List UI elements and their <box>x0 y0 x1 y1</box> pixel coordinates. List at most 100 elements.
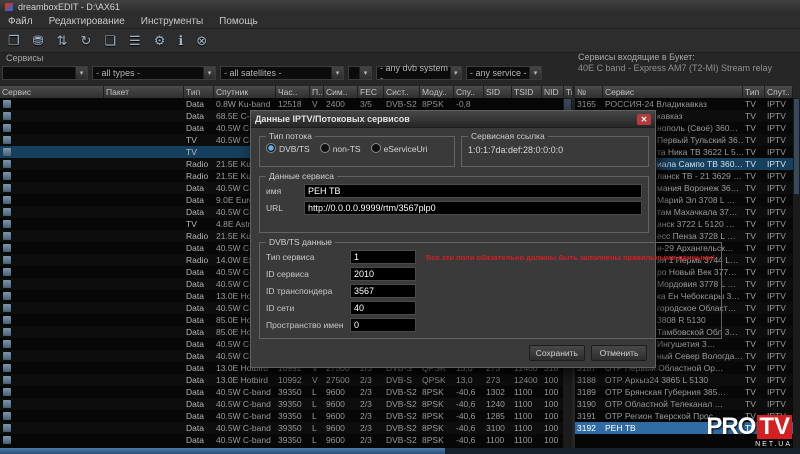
column-header[interactable]: Тип <box>743 86 765 98</box>
save-icon[interactable]: ⛃ <box>33 33 44 49</box>
menu-tools[interactable]: Инструменты <box>133 16 211 27</box>
open-file-icon[interactable]: ❐ <box>8 33 20 49</box>
table-row[interactable]: Data40.5W C-band39350L96002/3DVB-S28PSK-… <box>0 422 572 434</box>
info-icon[interactable]: ℹ <box>178 33 183 49</box>
service-type-icon <box>3 340 11 348</box>
dvb-data-label: DVB/TS данные <box>266 237 335 247</box>
radio-eserviceuri[interactable]: eServiceUri <box>371 143 428 154</box>
scrollbar-thumb[interactable] <box>0 448 445 454</box>
chevron-down-icon[interactable]: ▾ <box>450 67 461 79</box>
app-window: dreamboxEDIT - D:\AX61 Файл Редактирован… <box>0 0 800 454</box>
radio-nonts[interactable]: non-TS <box>320 143 361 154</box>
column-header[interactable]: Час.. <box>276 86 310 98</box>
menu-edit[interactable]: Редактирование <box>41 16 133 27</box>
services-panel-title: Сервисы <box>6 53 43 63</box>
exit-icon[interactable]: ⊗ <box>196 33 207 49</box>
service-id-input[interactable] <box>350 267 416 281</box>
right-vertical-scrollbar[interactable] <box>793 98 800 448</box>
column-header[interactable]: Спу.. <box>454 86 484 98</box>
table-row[interactable]: Data13.0E Hotbird10992V275002/3DVB-SQPSK… <box>0 374 572 386</box>
column-header[interactable]: № <box>575 86 603 98</box>
service-type-icon <box>3 292 11 300</box>
service-type-icon <box>3 136 11 144</box>
namespace-input[interactable] <box>350 318 416 332</box>
service-type-input[interactable] <box>350 250 416 264</box>
chevron-down-icon[interactable]: ▾ <box>359 67 371 79</box>
column-header[interactable]: Моду.. <box>420 86 454 98</box>
service-type-icon <box>3 316 11 324</box>
network-id-input[interactable] <box>350 301 416 315</box>
column-header[interactable]: Сист.. <box>384 86 420 98</box>
service-id-label: ID сервиса <box>266 269 350 279</box>
transponder-id-input[interactable] <box>350 284 416 298</box>
column-header[interactable]: FEC <box>358 86 384 98</box>
filter-satellites[interactable]: - all satellites -▾ <box>220 66 344 80</box>
chevron-down-icon[interactable]: ▾ <box>75 67 87 79</box>
table-row[interactable]: 3188ОТР Архыз24 3865 L 5130TVIPTV <box>575 374 793 386</box>
menu-bar: Файл Редактирование Инструменты Помощь <box>0 14 800 29</box>
bouquet-table-header: №СервисТипСпут.. <box>575 86 793 98</box>
filter-types[interactable]: - all types -▾ <box>92 66 216 80</box>
save-button[interactable]: Сохранить <box>529 345 585 361</box>
services-list-icon[interactable]: ☰ <box>129 33 141 49</box>
scrollbar-thumb[interactable] <box>794 99 799 194</box>
column-header[interactable]: П.. <box>310 86 324 98</box>
column-header[interactable]: Тип <box>184 86 214 98</box>
filter-blank-1[interactable]: ▾ <box>2 66 88 80</box>
service-type-icon <box>3 184 11 192</box>
table-row[interactable]: Data0.8W Ku-band12518V24003/5DVB-S28PSK-… <box>0 98 572 110</box>
ftp-transfer-icon[interactable]: ⇅ <box>57 33 68 49</box>
column-header[interactable]: Спут.. <box>765 86 793 98</box>
service-type-icon <box>3 244 11 252</box>
service-type-icon <box>3 388 11 396</box>
service-type-icon <box>3 424 11 432</box>
service-type-icon <box>3 220 11 228</box>
chevron-down-icon[interactable]: ▾ <box>331 67 343 79</box>
toolbar: ❐ ⛃ ⇅ ↻ ❏ ☰ ⚙ ℹ ⊗ <box>0 29 800 53</box>
close-icon[interactable]: ✕ <box>637 114 651 125</box>
horizontal-scrollbar[interactable] <box>0 448 800 454</box>
column-header[interactable]: Пакет <box>104 86 184 98</box>
column-header[interactable]: NID <box>542 86 564 98</box>
table-row[interactable]: 3190ОТР Областной Телеканал …TVIPTV <box>575 398 793 410</box>
table-row[interactable]: Data40.5W C-band39350L96002/3DVB-S28PSK-… <box>0 386 572 398</box>
column-header[interactable]: Тип.. <box>564 86 572 98</box>
service-type-icon <box>3 304 11 312</box>
service-type-icon <box>3 376 11 384</box>
bouquet-header: Сервисы входящие в Букет: <box>578 52 695 62</box>
filter-service[interactable]: - any service -▾ <box>466 66 542 80</box>
column-header[interactable]: SID <box>484 86 512 98</box>
table-row[interactable]: 3189ОТР Брянская Губерния 385…TVIPTV <box>575 386 793 398</box>
cancel-button[interactable]: Отменить <box>591 345 647 361</box>
copy-icon[interactable]: ❏ <box>104 33 116 49</box>
service-type-icon <box>3 232 11 240</box>
radio-selected-icon <box>266 143 276 153</box>
radio-dvbts[interactable]: DVB/TS <box>266 143 310 154</box>
menu-file[interactable]: Файл <box>0 16 41 27</box>
service-type-icon <box>3 436 11 444</box>
service-url-input[interactable] <box>304 201 642 215</box>
service-type-icon <box>3 400 11 408</box>
filter-dvb-system[interactable]: - any dvb system -▾ <box>376 66 462 80</box>
service-type-icon <box>3 124 11 132</box>
table-row[interactable]: Data40.5W C-band39350L96002/3DVB-S28PSK-… <box>0 410 572 422</box>
chevron-down-icon[interactable]: ▾ <box>203 67 215 79</box>
settings-icon[interactable]: ⚙ <box>154 33 166 49</box>
iptv-service-dialog: Данные IPTV/Потоковых сервисов ✕ Тип пот… <box>250 110 656 368</box>
chevron-down-icon[interactable]: ▾ <box>529 67 541 79</box>
column-header[interactable]: Сервис <box>603 86 743 98</box>
service-name-input[interactable] <box>304 184 642 198</box>
service-type-icon <box>3 196 11 204</box>
column-header[interactable]: Сим.. <box>324 86 358 98</box>
menu-help[interactable]: Помощь <box>211 16 266 27</box>
table-row[interactable]: Data40.5W C-band39350L96002/3DVB-S28PSK-… <box>0 398 572 410</box>
watermark-tv-text: TV <box>757 415 792 439</box>
service-type-icon <box>3 208 11 216</box>
column-header[interactable]: TSID <box>512 86 542 98</box>
reload-icon[interactable]: ↻ <box>80 33 91 49</box>
column-header[interactable]: Сервис <box>0 86 104 98</box>
column-header[interactable]: Спутник <box>214 86 276 98</box>
table-row[interactable]: Data40.5W C-band39350L96002/3DVB-S28PSK-… <box>0 434 572 446</box>
table-row[interactable]: 3165РОССИЯ-24 ВладикавказTVIPTV <box>575 98 793 110</box>
filter-blank-2[interactable]: ▾ <box>348 66 372 80</box>
